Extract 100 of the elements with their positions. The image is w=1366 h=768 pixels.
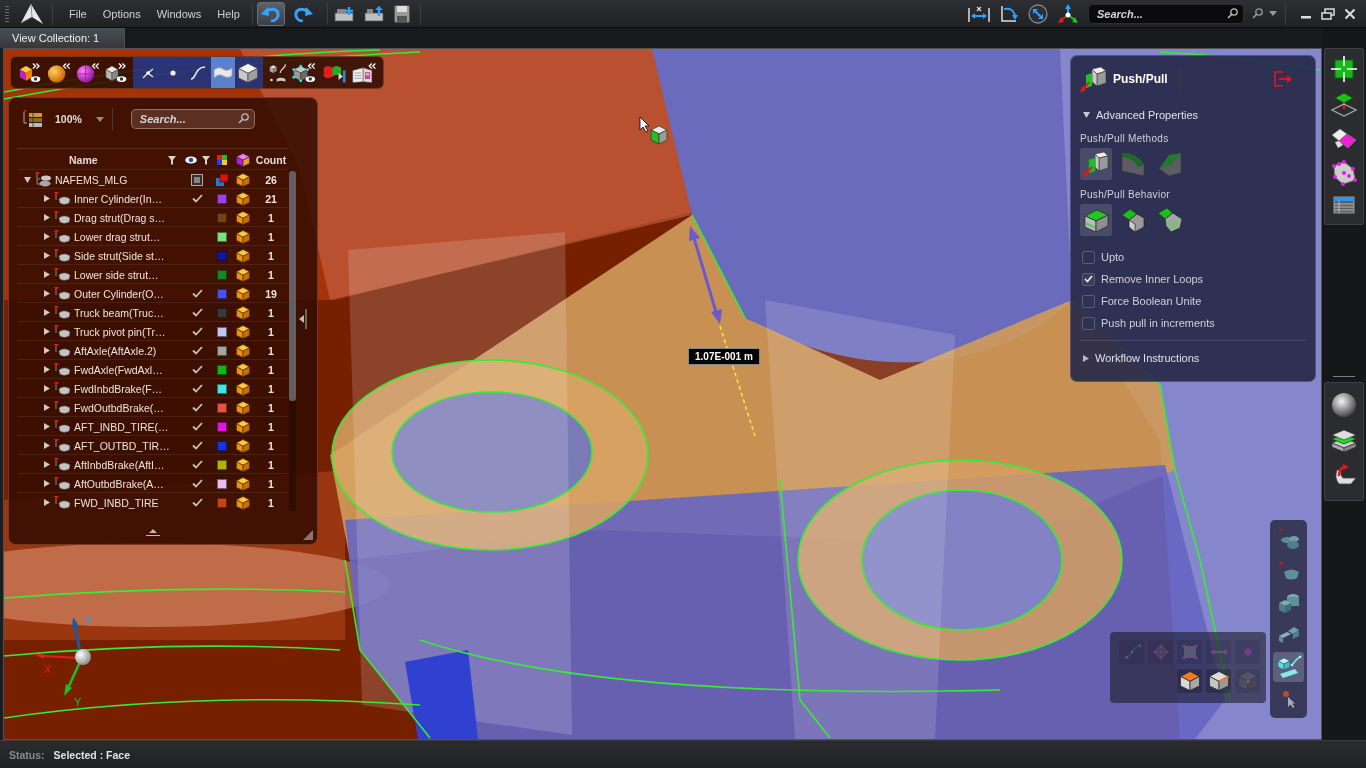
axes-icon[interactable] [1057,3,1079,24]
menu-item[interactable]: Windows [148,3,210,24]
menu-item[interactable]: Help [209,3,248,24]
drag-handle[interactable] [5,4,9,23]
caret-right-icon[interactable] [44,366,50,373]
caret-up-icon[interactable] [145,529,160,536]
caret-right-icon[interactable] [44,442,50,449]
tree-item[interactable]: AftAxle(AftAxle.2) [17,341,182,360]
book-icon[interactable] [350,60,377,85]
tree-item[interactable]: Lower drag strut… [17,227,182,246]
sphere-icon[interactable] [46,60,71,85]
wireframe-cube-icon[interactable] [292,60,317,85]
caret-right-icon[interactable] [44,290,50,297]
table-icon[interactable] [1333,196,1355,214]
cube-icon [236,400,250,415]
caret-right-icon[interactable] [44,328,50,335]
caret-down-icon[interactable] [1083,112,1090,118]
checkbox[interactable] [1082,250,1095,264]
tree-item[interactable]: FWD_INBD_TIRE [17,493,182,512]
tree-item[interactable]: FwdOutbdBrake(… [17,398,182,417]
tree-item[interactable]: Truck beam(Truc… [17,303,182,322]
mesh-points-icon[interactable] [1331,160,1357,186]
cube-icon [236,210,250,225]
view-tab[interactable]: View Collection: 1 [0,28,125,48]
checkbox[interactable] [1082,316,1095,330]
box-eye-icon[interactable] [105,60,128,85]
list-icon[interactable] [23,110,43,128]
scrollbar-thumb[interactable] [289,171,296,401]
exit-icon[interactable] [1274,71,1292,87]
circle-points-icon [1152,644,1169,660]
caret-right-icon[interactable] [1083,354,1089,362]
tree-item[interactable]: Inner Cylinder(In… [17,189,182,208]
menu-item[interactable]: Options [94,3,149,24]
tree-item[interactable]: AFT_INBD_TIRE(… [17,417,182,436]
caret-right-icon[interactable] [44,480,50,487]
tree-item[interactable]: Outer Cylinder(O… [17,284,182,303]
tree-item[interactable]: AftOutbdBrake(A… [17,474,182,493]
caret-down-icon[interactable] [1269,11,1277,16]
drag-handle[interactable] [1333,375,1355,378]
resize-grip-icon[interactable] [303,530,313,540]
checkbox[interactable] [1082,272,1095,286]
view-tool-button[interactable] [1273,652,1304,682]
measure-icon[interactable] [968,4,990,23]
checkbox[interactable] [1082,294,1095,308]
caret-right-icon[interactable] [44,233,50,240]
partial-check-icon[interactable] [191,173,203,186]
grid-sphere-icon[interactable] [76,60,101,85]
save-icon[interactable] [393,4,410,23]
tree-item[interactable]: AFT_OUTBD_TIR… [17,436,182,455]
sphere-icon[interactable] [1331,392,1357,418]
tree-item[interactable]: NAFEMS_MLG [17,170,182,189]
folder-upload-icon[interactable] [363,5,384,22]
section-toggle[interactable]: Workflow Instructions [1080,349,1200,367]
caret-right-icon[interactable] [44,385,50,392]
column-header[interactable]: Count [254,154,288,166]
tree-item[interactable]: Truck pivot pin(Tr… [17,322,182,341]
tree-item[interactable]: Lower side strut… [17,265,182,284]
option-button[interactable] [1080,204,1112,236]
tree-item[interactable]: Drag strut(Drag s… [17,208,182,227]
caret-down-icon[interactable] [95,116,104,122]
rotate-icon[interactable] [999,3,1019,24]
column-header[interactable]: Name [17,151,182,169]
collapse-handle-icon[interactable] [299,308,307,330]
tree-item[interactable]: AftInbdBrake(AftI… [17,455,182,474]
tree-item[interactable]: FwdInbdBrake(F… [17,379,182,398]
caret-right-icon[interactable] [44,423,50,430]
crosshair-icon[interactable] [1331,56,1357,82]
cube-eye-icon[interactable] [19,60,42,85]
selection-filter-button[interactable] [1206,669,1231,693]
caret-down-icon[interactable] [24,176,31,183]
filter-icon[interactable] [201,155,210,165]
option-button[interactable] [1080,148,1112,180]
layers-icon[interactable] [1331,428,1357,454]
plane-icon[interactable] [1331,92,1357,118]
history-button[interactable] [256,1,285,26]
search-icon[interactable] [1252,8,1263,19]
close-icon[interactable] [1344,7,1356,20]
folder-plus-icon[interactable] [333,5,354,22]
caret-right-icon[interactable] [44,252,50,259]
curve-points-icon [1122,644,1141,660]
caret-right-icon[interactable] [44,347,50,354]
menu-item[interactable]: File [61,3,95,24]
restore-icon[interactable] [1321,7,1335,20]
caret-right-icon[interactable] [44,195,50,202]
caret-right-icon[interactable] [44,309,50,316]
count-cell-text: 1 [267,211,275,224]
zoom-fit-icon[interactable] [1028,3,1048,24]
eye-icon[interactable] [184,156,197,164]
section-toggle[interactable]: Advanced Properties [1080,106,1199,124]
caret-right-icon[interactable] [44,271,50,278]
caret-right-icon[interactable] [44,461,50,468]
tree-item[interactable]: FwdAxle(FwdAxl… [17,360,182,379]
caret-right-icon[interactable] [44,404,50,411]
caret-right-icon[interactable] [44,214,50,221]
filter-icon[interactable] [168,155,176,165]
tree-item[interactable]: Side strut(Side st… [17,246,182,265]
tiles-icon[interactable] [1331,128,1357,150]
search-field[interactable]: Search... [1088,3,1244,24]
caret-right-icon[interactable] [44,499,50,506]
selection-filter-button[interactable] [1177,669,1202,693]
